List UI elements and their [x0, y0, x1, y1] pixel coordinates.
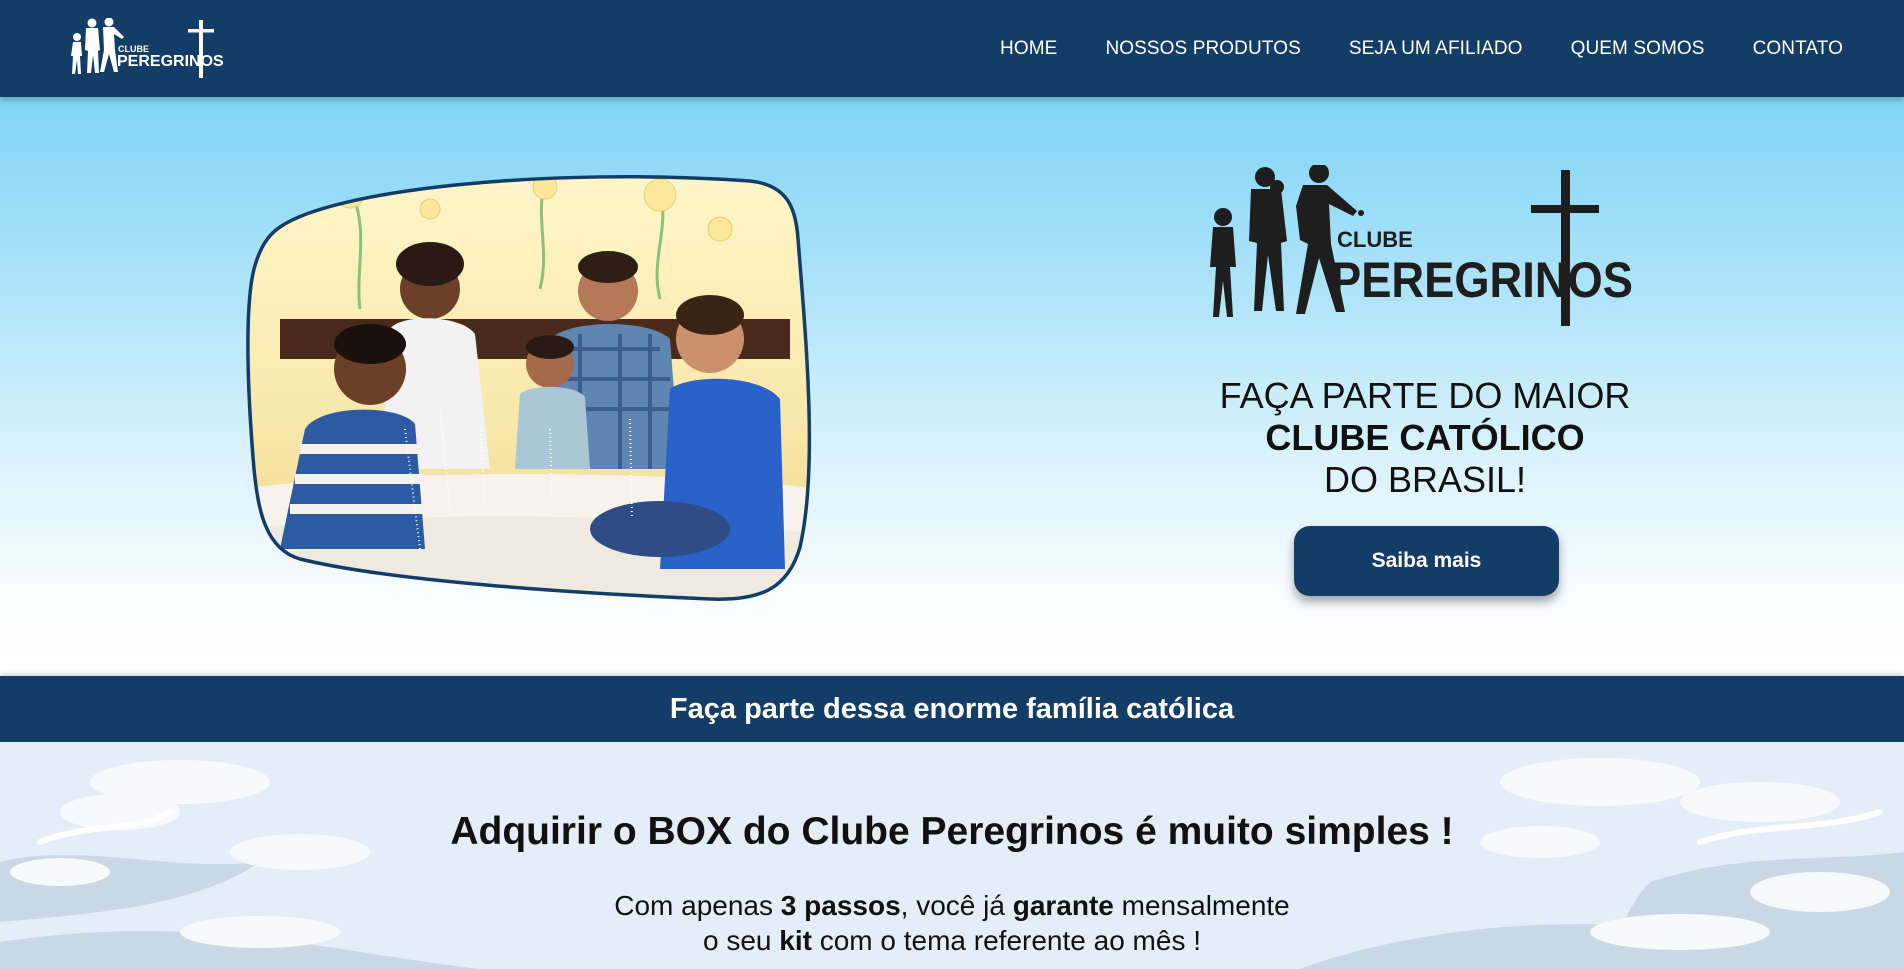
nav-contato[interactable]: CONTATO: [1753, 38, 1843, 60]
steps-section: Adquirir o BOX do Clube Peregrinos é mui…: [0, 742, 1904, 969]
nav-quem-somos[interactable]: QUEM SOMOS: [1571, 38, 1705, 60]
logo-clube-text: CLUBE: [1337, 227, 1413, 252]
tagline-line1: FAÇA PARTE DO MAIOR: [1219, 375, 1631, 416]
tagline-line3: DO BRASIL!: [1323, 459, 1527, 500]
site-header: CLUBE PEREGRINOS HOME NOSSOS PRODUTOS SE…: [0, 0, 1904, 97]
steps-line1: Com apenas 3 passos, você já garante men…: [0, 888, 1904, 923]
steps-description: Com apenas 3 passos, você já garante men…: [0, 888, 1904, 958]
hero-tagline: FAÇA PARTE DO MAIOR CLUBE CATÓLICO DO BR…: [1135, 375, 1715, 501]
steps-line2-part1: o seu: [702, 925, 780, 956]
steps-line1-part2: , você já: [900, 890, 1013, 921]
family-photo-illustration: [246, 175, 812, 601]
steps-line2: o seu kit com o tema referente ao mês !: [0, 923, 1904, 958]
steps-line1-bold1: 3 passos: [780, 890, 901, 921]
familia-banner: Faça parte dessa enorme família católica: [0, 676, 1904, 742]
nav-seja-um-afiliado[interactable]: SEJA UM AFILIADO: [1349, 38, 1523, 60]
saiba-mais-button[interactable]: Saiba mais: [1294, 526, 1559, 596]
main-nav: HOME NOSSOS PRODUTOS SEJA UM AFILIADO QU…: [952, 0, 1843, 97]
family-praying-photo: [240, 169, 820, 604]
nav-home[interactable]: HOME: [1000, 38, 1057, 60]
steps-line2-part2: com o tema referente ao mês !: [811, 925, 1202, 956]
steps-title: Adquirir o BOX do Clube Peregrinos é mui…: [450, 810, 1454, 853]
hero-section: CLUBE PEREGRINOS FAÇA PARTE DO MAIOR CLU…: [0, 97, 1904, 676]
clube-peregrinos-logo-small[interactable]: CLUBE PEREGRINOS: [68, 18, 230, 80]
steps-line1-bold2: garante: [1012, 890, 1114, 921]
steps-line2-bold: kit: [779, 925, 812, 956]
tagline-line2: CLUBE CATÓLICO: [1265, 417, 1585, 458]
logo-peregrinos-text: PEREGRINOS: [1331, 252, 1633, 308]
nav-nossos-produtos[interactable]: NOSSOS PRODUTOS: [1105, 38, 1300, 60]
logo-small-peregrinos-text: PEREGRINOS: [117, 53, 224, 70]
clube-peregrinos-logo: CLUBE PEREGRINOS: [1210, 165, 1633, 326]
steps-line1-part3: mensalmente: [1113, 890, 1290, 921]
banner-text: Faça parte dessa enorme família católica: [669, 692, 1235, 725]
steps-line1-part1: Com apenas: [614, 890, 781, 921]
